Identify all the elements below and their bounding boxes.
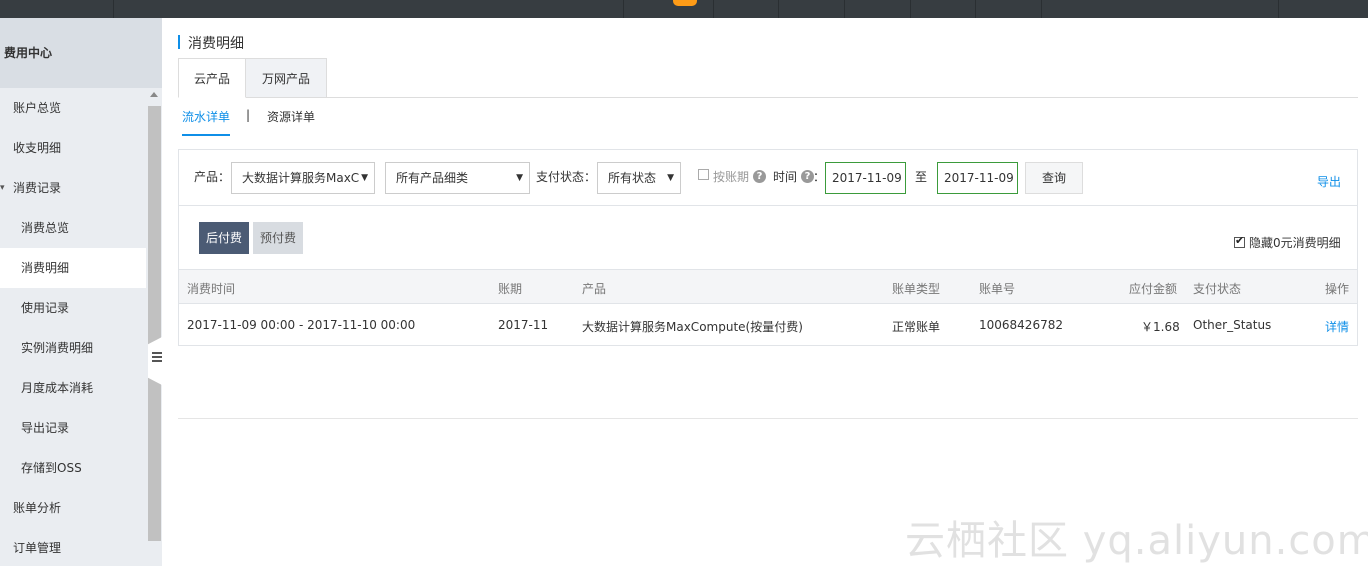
sidebar-item-instance-details[interactable]: 实例消费明细: [0, 328, 146, 368]
sidebar-item-consumption-records[interactable]: ▾ 消费记录: [0, 168, 146, 208]
sidebar-item-monthly-cost[interactable]: 月度成本消耗: [0, 368, 146, 408]
section-divider: [178, 418, 1358, 419]
sidebar-scrollbar-thumb[interactable]: [148, 106, 161, 541]
sidebar-item-income-expense[interactable]: 收支明细: [0, 128, 146, 168]
top-nav-separator: [113, 0, 114, 18]
pay-status-select[interactable]: 所有状态 ▼: [597, 162, 681, 194]
top-nav-bar: [0, 0, 1368, 18]
prepaid-button[interactable]: 预付费: [253, 222, 303, 254]
title-accent-bar: [178, 35, 180, 49]
table-header: 消费时间 账期 产品 账单类型 账单号 应付金额 支付状态 操作: [179, 269, 1357, 304]
column-header: 支付状态: [1193, 282, 1242, 296]
details-link[interactable]: 详情: [1325, 318, 1349, 335]
notification-badge[interactable]: [673, 0, 697, 6]
checked-checkbox-icon[interactable]: [1234, 234, 1245, 248]
start-date-input[interactable]: 2017-11-09: [825, 162, 906, 194]
top-nav-separator: [844, 0, 845, 18]
product-select[interactable]: 大数据计算服务MaxC ▼: [231, 162, 375, 194]
sidebar-item-export-records[interactable]: 导出记录: [0, 408, 146, 448]
by-period-checkbox[interactable]: [698, 169, 709, 180]
billing-panel: 后付费 预付费 隐藏0元消费明细 消费时间 账期 产品 账单类型 账单号 应付金…: [178, 206, 1358, 346]
expand-caret-icon: ▾: [0, 183, 5, 193]
hide-zero-toggle[interactable]: 隐藏0元消费明细: [1234, 234, 1341, 251]
dropdown-arrow-icon: ▼: [361, 173, 368, 183]
cell-amount: ￥1.68: [1141, 320, 1180, 334]
product-filter-label: 产品：: [194, 170, 231, 184]
column-header: 应付金额: [1129, 282, 1178, 296]
sidebar-item-label: 消费记录: [13, 181, 62, 195]
product-detail-select-value: 所有产品细类: [396, 171, 469, 185]
product-detail-select[interactable]: 所有产品细类 ▼: [385, 162, 530, 194]
top-nav-separator: [975, 0, 976, 18]
help-icon[interactable]: ?: [753, 170, 766, 183]
subtab-resource-details[interactable]: 资源详单: [267, 108, 315, 125]
time-colon: ：: [813, 170, 826, 184]
menu-collapse-icon: [152, 352, 162, 354]
sidebar-item-bill-analysis[interactable]: 账单分析: [0, 488, 146, 528]
product-tabs: 云产品 万网产品: [178, 58, 1358, 98]
tab-wanwang-products[interactable]: 万网产品: [246, 58, 327, 98]
sidebar-collapse-toggle[interactable]: [148, 337, 162, 385]
sidebar-item-consumption-details[interactable]: 消费明细: [0, 248, 146, 288]
main-content: 消费明细 云产品 万网产品 流水详单 | 资源详单 产品： 大数据计算服务Max…: [162, 18, 1368, 566]
end-date-input[interactable]: 2017-11-09: [937, 162, 1018, 194]
product-select-value: 大数据计算服务MaxC: [242, 171, 360, 185]
watermark: 云栖社区 yq.aliyun.com: [905, 518, 1368, 564]
pay-status-select-value: 所有状态: [608, 171, 657, 185]
column-header: 账单类型: [892, 282, 941, 296]
column-header: 消费时间: [187, 282, 236, 296]
scroll-up-arrow-icon[interactable]: [150, 92, 158, 97]
query-button[interactable]: 查询: [1025, 162, 1083, 194]
cell-bill-number: 10068426782: [979, 318, 1063, 332]
sidebar-item-store-to-oss[interactable]: 存储到OSS: [0, 448, 146, 488]
export-link[interactable]: 导出: [1317, 173, 1341, 190]
sidebar-item-account-overview[interactable]: 账户总览: [0, 88, 146, 128]
by-period-label: 按账期: [713, 170, 750, 184]
top-nav-separator: [1278, 0, 1279, 18]
sidebar-item-order-management[interactable]: 订单管理: [0, 528, 146, 568]
sidebar-title: 费用中心: [0, 18, 162, 88]
top-nav-separator: [623, 0, 624, 18]
pay-status-label: 支付状态：: [536, 170, 597, 184]
column-header: 账期: [498, 282, 523, 296]
sidebar-item-consumption-overview[interactable]: 消费总览: [0, 208, 146, 248]
table-row: 2017-11-09 00:00 - 2017-11-10 00:00 2017…: [179, 304, 1357, 345]
cell-pay-status: Other_Status: [1193, 318, 1272, 332]
column-header: 操作: [1325, 282, 1350, 296]
hide-zero-label: 隐藏0元消费明细: [1249, 236, 1341, 250]
postpaid-button[interactable]: 后付费: [199, 222, 249, 254]
dropdown-arrow-icon: ▼: [667, 173, 674, 183]
column-header: 产品: [582, 282, 607, 296]
sidebar-item-usage-records[interactable]: 使用记录: [0, 288, 146, 328]
subtab-divider: |: [246, 108, 251, 122]
to-label: 至: [915, 170, 928, 184]
tab-cloud-products[interactable]: 云产品: [178, 58, 246, 98]
dropdown-arrow-icon: ▼: [516, 173, 523, 183]
cell-billing-period: 2017-11: [498, 318, 549, 332]
top-nav-separator: [778, 0, 779, 18]
cell-product: 大数据计算服务MaxCompute(按量付费): [582, 320, 803, 334]
cell-consume-time: 2017-11-09 00:00 - 2017-11-10 00:00: [187, 318, 416, 332]
time-label: 时间: [773, 170, 798, 184]
sidebar: 费用中心 账户总览 收支明细 ▾ 消费记录 消费总览 消费明细 使用记录 实例消…: [0, 18, 162, 566]
cell-bill-type: 正常账单: [892, 320, 941, 334]
subtab-transaction-details[interactable]: 流水详单: [182, 108, 231, 136]
page-title: 消费明细: [188, 36, 244, 52]
top-nav-separator: [1041, 0, 1042, 18]
top-nav-separator: [910, 0, 911, 18]
filter-bar: 产品： 大数据计算服务MaxC ▼ 所有产品细类 ▼ 支付状态： 所有状态 ▼ …: [178, 149, 1358, 206]
column-header: 账单号: [979, 282, 1016, 296]
top-nav-separator: [713, 0, 714, 18]
